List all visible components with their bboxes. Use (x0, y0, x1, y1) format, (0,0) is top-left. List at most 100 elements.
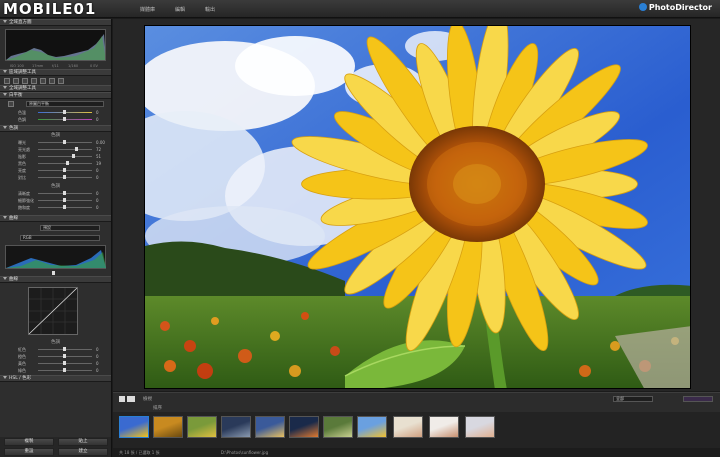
slider-track[interactable] (38, 149, 92, 150)
color-filter-select[interactable] (683, 396, 713, 402)
slider-knob[interactable] (63, 361, 66, 365)
slider-row[interactable]: 黑色 19 (0, 160, 111, 167)
slider-knob[interactable] (75, 147, 78, 151)
slider-label: 橙色 (18, 354, 26, 359)
slider-label: 亮光處 (18, 147, 30, 152)
filmstrip-thumbnail[interactable] (153, 416, 183, 438)
slider-value: 0 (96, 175, 99, 180)
local-tools-header[interactable]: 區域調整工具 (0, 69, 111, 76)
slider-knob[interactable] (63, 198, 66, 202)
filmstrip-thumbnail[interactable] (323, 416, 353, 438)
slider-value: 51 (96, 154, 102, 159)
filmstrip-thumbnail[interactable] (119, 416, 149, 438)
slider-knob[interactable] (63, 205, 66, 209)
sort-select[interactable]: 全部 (613, 396, 653, 402)
slider-row[interactable]: 黃色 0 (0, 360, 111, 367)
curve-editor-header[interactable]: 曲線 (0, 276, 111, 283)
mask-tool-icon[interactable] (58, 78, 64, 84)
tone-header[interactable]: 色調 (0, 125, 111, 132)
collapse-icon (3, 376, 7, 379)
slider-row[interactable]: 細節強化 0 (0, 197, 111, 204)
spot-tool-icon[interactable] (40, 78, 46, 84)
paste-button[interactable]: 貼上 (58, 438, 108, 446)
slider-knob[interactable] (63, 168, 66, 172)
filmstrip-thumbnail[interactable] (357, 416, 387, 438)
wb-tint-slider[interactable]: 色調 0 (0, 116, 111, 123)
white-balance-header[interactable]: 白平衡 (0, 92, 111, 99)
slider-row[interactable]: 對比 0 (0, 174, 111, 181)
hsl-sliders: 紅色 0 橙色 0 黃色 0 綠色 0 (0, 346, 111, 374)
slider-row[interactable]: 陰影 51 (0, 153, 111, 160)
hsl-subtitle: 色調 (51, 340, 60, 345)
radial-tool-icon[interactable] (49, 78, 55, 84)
slider-row[interactable]: 綠色 0 (0, 367, 111, 374)
filmstrip-thumbnail[interactable] (187, 416, 217, 438)
crop-tool-icon[interactable] (4, 78, 10, 84)
slider-row[interactable]: 橙色 0 (0, 353, 111, 360)
curve-input-knob[interactable] (52, 271, 55, 275)
curve-histogram (5, 245, 106, 269)
stat-iso: ISO 100 (10, 64, 24, 68)
gradient-tool-icon[interactable] (22, 78, 28, 84)
slider-row[interactable]: 曝光 0.00 (0, 139, 111, 146)
slider-row[interactable]: 紅色 0 (0, 346, 111, 353)
curve-preset-select[interactable]: 預設 (40, 225, 100, 231)
local-tools-title: 區域調整工具 (9, 70, 36, 75)
brush-tool-icon[interactable] (13, 78, 19, 84)
copy-button[interactable]: 複製 (4, 438, 54, 446)
slider-knob[interactable] (72, 154, 75, 158)
slider-knob[interactable] (63, 347, 66, 351)
slider-knob[interactable] (63, 110, 66, 114)
tone-curve-line[interactable] (28, 287, 78, 335)
eyedropper-icon[interactable] (8, 101, 14, 107)
slider-value: 0 (96, 361, 99, 366)
tab-output[interactable]: 輸出 (205, 6, 215, 13)
slider-value: 0 (96, 205, 99, 210)
slider-knob[interactable] (63, 140, 66, 144)
tone-curve-graph[interactable] (28, 287, 78, 335)
tab-library[interactable]: 媒體庫 (140, 6, 155, 13)
slider-knob[interactable] (63, 117, 66, 121)
curve-channel-select[interactable]: RGB (20, 235, 100, 241)
slider-knob[interactable] (63, 191, 66, 195)
curve-header[interactable]: 曲線 (0, 215, 111, 222)
slider-knob[interactable] (63, 368, 66, 372)
slider-knob[interactable] (63, 175, 66, 179)
slider-label: 清晰度 (18, 191, 30, 196)
slider-knob[interactable] (63, 354, 66, 358)
create-button[interactable]: 建立 (58, 448, 108, 456)
redeye-tool-icon[interactable] (31, 78, 37, 84)
filmstrip-thumbnail[interactable] (465, 416, 495, 438)
slider-track[interactable] (38, 163, 92, 164)
tab-edit[interactable]: 編輯 (175, 6, 185, 13)
slider-row[interactable]: 亮光處 72 (0, 146, 111, 153)
global-tools-header[interactable]: 全域調整工具 (0, 85, 111, 92)
collapse-icon (3, 277, 7, 280)
filmstrip-thumbnail[interactable] (289, 416, 319, 438)
histogram-title: 全域直方圖 (9, 20, 32, 25)
filmstrip-thumbnail[interactable] (221, 416, 251, 438)
slider-row[interactable]: 飽和度 0 (0, 204, 111, 211)
collapse-icon (3, 20, 7, 23)
slider-value: 0 (96, 110, 99, 115)
reset-button[interactable]: 重設 (4, 448, 54, 456)
wb-preset-select[interactable]: 原圖白平衡 (26, 101, 104, 107)
slider-value: 0 (96, 368, 99, 373)
filmstrip-thumbnail[interactable] (255, 416, 285, 438)
filmstrip-thumbnail[interactable] (393, 416, 423, 438)
slider-label: 對比 (18, 175, 26, 180)
filmstrip-thumbnail[interactable] (429, 416, 459, 438)
slider-row[interactable]: 亮度 0 (0, 167, 111, 174)
slider-row[interactable]: 清晰度 0 (0, 190, 111, 197)
single-view-icon[interactable] (119, 396, 125, 402)
collapse-icon (3, 86, 7, 89)
main-photo-sunflower[interactable] (144, 25, 691, 389)
filmstrip (113, 412, 720, 448)
slider-track[interactable] (38, 156, 92, 157)
sort-label: 排序 (153, 406, 162, 411)
slider-knob[interactable] (66, 161, 69, 165)
histogram-header[interactable]: 全域直方圖 (0, 19, 111, 26)
compare-view-icon[interactable] (127, 396, 135, 402)
wb-temp-slider[interactable]: 色溫 0 (0, 109, 111, 116)
hsl-header[interactable]: HSL / 色彩 (0, 375, 111, 382)
